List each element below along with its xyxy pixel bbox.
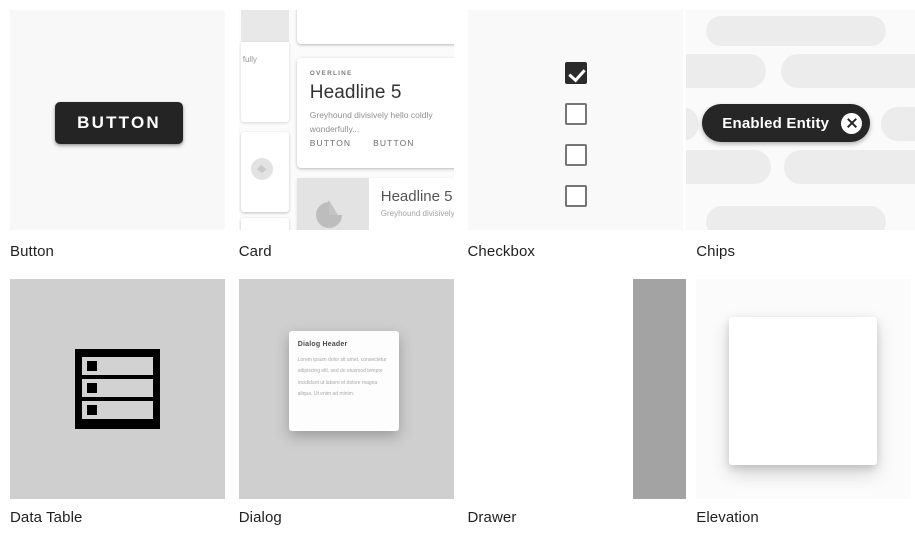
checkbox-preview-tile[interactable] [467, 10, 683, 230]
card-preview-tile[interactable]: fully OVERLINE Headline 5 Greyhound divi… [238, 10, 454, 230]
card-action-button-1[interactable]: BUTTON [310, 138, 351, 148]
gallery-cell-button[interactable]: BUTTON Button [0, 0, 229, 269]
gallery-cell-chips[interactable]: Enabled Entity Chips [686, 0, 915, 269]
chip-placeholder [881, 107, 915, 141]
tile-label-card: Card [238, 243, 272, 260]
demo-dialog[interactable]: Dialog Header Lorem ipsum dolor sit amet… [288, 331, 399, 431]
checkbox-unchecked-1[interactable] [564, 103, 587, 125]
mini-card-body [240, 42, 289, 122]
card-overline: OVERLINE [309, 70, 353, 77]
table-row [82, 401, 153, 419]
checkbox-unchecked-2[interactable] [564, 144, 587, 166]
chip-placeholder [686, 150, 772, 184]
chip-placeholder [706, 16, 887, 46]
button-preview-tile[interactable]: BUTTON [10, 10, 225, 230]
card-headline: Headline 5 [309, 82, 402, 103]
gallery-cell-dialog[interactable]: Dialog Header Lorem ipsum dolor sit amet… [229, 269, 458, 537]
demo-card[interactable]: OVERLINE Headline 5 Greyhound divisively… [296, 58, 454, 168]
demo-button-label: BUTTON [77, 113, 161, 132]
card-horizontal-supporting: Greyhound divisively coldly... [380, 209, 454, 218]
card-actions: BUTTON BUTTON [310, 138, 415, 148]
card-horizontal-headline: Headline 5 [380, 188, 453, 205]
chip-placeholder [686, 107, 700, 141]
gallery-cell-elevation[interactable]: Elevation [686, 269, 915, 537]
chip-placeholder [781, 54, 915, 88]
card-thumbnail [296, 178, 369, 230]
demo-button[interactable]: BUTTON [55, 102, 183, 144]
mini-card-tertiary [240, 218, 289, 230]
tile-label-drawer: Drawer [467, 509, 517, 526]
mini-card-text: fully [242, 55, 257, 64]
enabled-entity-chip[interactable]: Enabled Entity [702, 104, 871, 142]
tile-label-chips: Chips [696, 243, 736, 260]
chip-placeholder [784, 150, 915, 184]
chips-preview-tile[interactable]: Enabled Entity [686, 10, 915, 230]
data-table-icon [75, 349, 160, 429]
dialog-body-text: Lorem ipsum dolor sit amet, consectetur … [297, 357, 387, 397]
gallery-cell-card[interactable]: fully OVERLINE Headline 5 Greyhound divi… [229, 0, 458, 269]
demo-card-horizontal[interactable]: Headline 5 Greyhound divisively coldly..… [296, 178, 454, 230]
card-mini-column: fully [239, 10, 291, 230]
chip-placeholder [686, 54, 767, 88]
avatar [250, 158, 273, 180]
checkbox-checked[interactable] [564, 62, 587, 84]
tile-label-dialog: Dialog [238, 509, 282, 526]
tile-label-button: Button [10, 243, 54, 260]
gallery-cell-data-table[interactable]: Data Table [0, 269, 229, 537]
table-row [82, 379, 153, 397]
component-gallery: BUTTON Button fully OVERLINE Headline 5 … [0, 0, 915, 543]
tile-label-data-table: Data Table [10, 509, 83, 526]
drawer-panel[interactable] [633, 279, 687, 499]
placeholder-logo-icon [315, 200, 342, 228]
dialog-header: Dialog Header [297, 341, 348, 348]
chip-placeholder [706, 206, 887, 230]
card-supporting-text: Greyhound divisively hello coldly wonder… [309, 110, 433, 135]
gallery-cell-drawer[interactable]: Drawer [457, 269, 687, 537]
gallery-cell-checkbox[interactable]: Checkbox [458, 0, 687, 269]
tile-label-elevation: Elevation [696, 509, 759, 526]
checkbox-unchecked-3[interactable] [564, 185, 587, 207]
card-action-button-2[interactable]: BUTTON [373, 138, 414, 148]
drawer-preview-tile[interactable] [457, 279, 687, 499]
elevation-surface [729, 317, 878, 465]
card-top-partial [296, 10, 454, 44]
tile-label-checkbox: Checkbox [467, 243, 536, 260]
elevation-preview-tile[interactable] [696, 279, 912, 499]
chip-label: Enabled Entity [722, 114, 830, 132]
table-row [82, 357, 153, 375]
close-icon[interactable] [841, 112, 863, 134]
dialog-preview-tile[interactable]: Dialog Header Lorem ipsum dolor sit amet… [238, 279, 454, 499]
card-horizontal-text: Headline 5 Greyhound divisively coldly..… [369, 178, 454, 230]
data-table-preview-tile[interactable] [10, 279, 225, 499]
